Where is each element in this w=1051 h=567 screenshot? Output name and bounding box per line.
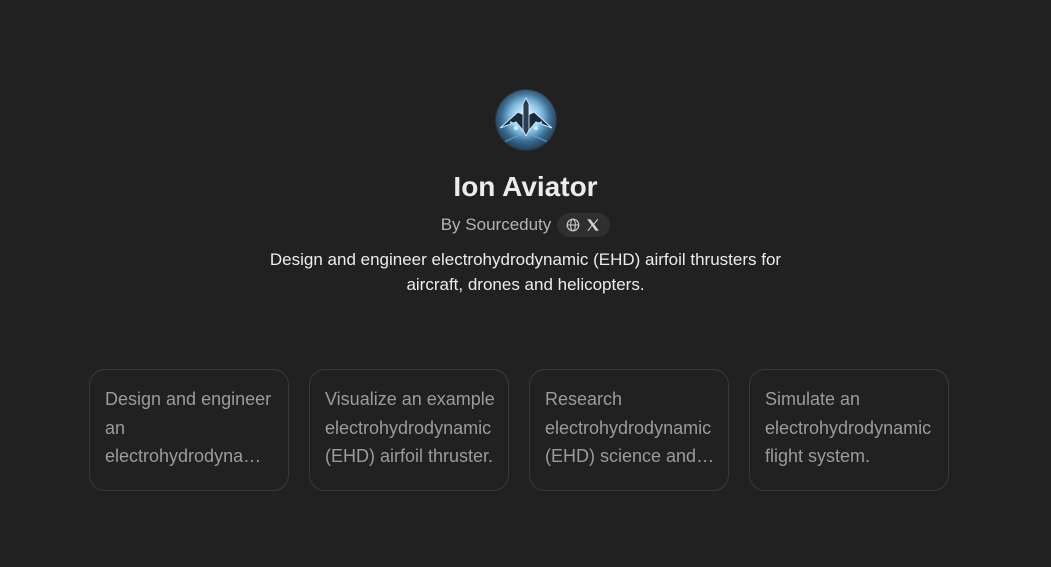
conversation-starter-card[interactable]: Simulate an electrohydrodynamic flight s…	[749, 369, 949, 491]
conversation-starter-card[interactable]: Design and engineer an electrohydrodynam…	[89, 369, 289, 491]
globe-icon[interactable]	[566, 218, 580, 232]
gpt-avatar	[495, 90, 556, 150]
author-links	[557, 213, 611, 237]
gpt-header: Ion Aviator By Sourceduty Design and eng…	[0, 90, 1051, 297]
gpt-landing-page: Ion Aviator By Sourceduty Design and eng…	[0, 0, 1051, 567]
conversation-starter-card[interactable]: Visualize an example electrohydrodynamic…	[309, 369, 509, 491]
conversation-starter-text: Research electrohydrodynamic (EHD) scien…	[545, 389, 712, 466]
conversation-starter-text: Visualize an example electrohydrodynamic…	[325, 389, 495, 466]
gpt-author: By Sourceduty	[440, 215, 552, 234]
conversation-starter-text: Simulate an electrohydrodynamic flight s…	[765, 389, 932, 466]
conversation-starter-text: Design and engineer an electrohydrodynam…	[105, 389, 272, 466]
conversation-starter-card[interactable]: Research electrohydrodynamic (EHD) scien…	[529, 369, 729, 491]
gpt-title: Ion Aviator	[453, 171, 598, 202]
x-logo-icon[interactable]	[586, 218, 600, 232]
ehd-aircraft-avatar-icon	[495, 90, 556, 150]
gpt-description: Design and engineer electrohydrodynamic …	[269, 250, 782, 294]
gpt-byline-row: By Sourceduty	[441, 213, 611, 237]
conversation-starters: Design and engineer an electrohydrodynam…	[89, 369, 949, 491]
